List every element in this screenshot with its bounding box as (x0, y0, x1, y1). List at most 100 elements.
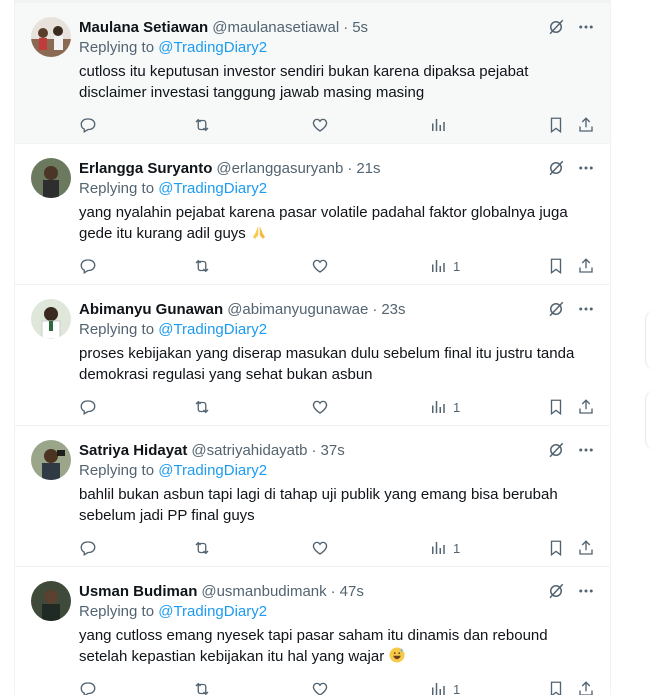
reply-tweet[interactable]: Usman Budiman @usmanbudimank · 47s Reply… (15, 567, 610, 695)
like-button[interactable] (311, 536, 329, 560)
timestamp[interactable]: 21s (356, 160, 380, 177)
views-button[interactable]: 1 (429, 254, 460, 278)
user-handle[interactable]: @erlanggasuryanb (216, 160, 343, 177)
views-icon (432, 542, 445, 554)
avatar[interactable] (31, 158, 71, 198)
bookmark-button[interactable] (547, 677, 565, 695)
avatar[interactable] (31, 581, 71, 621)
bookmark-button[interactable] (547, 113, 565, 137)
repost-button[interactable] (193, 677, 211, 695)
reply-button[interactable] (79, 395, 97, 419)
tweet-text-segment: setelah kepastian kebijakan itu hal yang… (79, 648, 385, 665)
timestamp[interactable]: 5s (352, 19, 368, 36)
grok-icon[interactable] (546, 440, 566, 460)
user-handle[interactable]: @abimanyugunawae (227, 301, 368, 318)
folded-hands-emoji (250, 223, 268, 247)
grok-icon[interactable] (546, 158, 566, 178)
display-name[interactable]: Usman Budiman (79, 583, 197, 600)
tweet-text-line: disclaimer investasi tanggung jawab masi… (79, 84, 425, 101)
reply-button[interactable] (79, 677, 97, 695)
tweet-text-line: yang cutloss emang nyesek tapi pasar sah… (79, 627, 548, 644)
share-button[interactable] (577, 113, 595, 137)
share-button[interactable] (577, 254, 595, 278)
tweet-text: proses kebijakan yang diserap masukan du… (79, 343, 589, 385)
mention-link[interactable]: @TradingDiary2 (158, 603, 267, 620)
more-icon[interactable] (576, 299, 596, 319)
more-icon[interactable] (576, 17, 596, 37)
display-name[interactable]: Erlangga Suryanto (79, 160, 212, 177)
repost-button[interactable] (193, 536, 211, 560)
share-button[interactable] (577, 395, 595, 419)
replying-label: Replying to (79, 180, 155, 197)
reply-tweet[interactable]: Maulana Setiawan @maulanasetiawal · 5s R… (15, 3, 610, 144)
views-icon (432, 401, 445, 413)
display-name[interactable]: Satriya Hidayat (79, 442, 187, 459)
timestamp[interactable]: 47s (340, 583, 364, 600)
views-button[interactable]: 1 (429, 536, 460, 560)
separator: · (372, 300, 378, 318)
like-button[interactable] (311, 677, 329, 695)
mention-link[interactable]: @TradingDiary2 (158, 180, 267, 197)
user-handle[interactable]: @satriyahidayatb (191, 442, 307, 459)
display-name[interactable]: Abimanyu Gunawan (79, 301, 223, 318)
grinning-sweat-emoji (388, 646, 406, 670)
share-icon (579, 681, 593, 695)
tweet-header: Satriya Hidayat @satriyahidayatb · 37s (79, 440, 345, 460)
user-handle[interactable]: @usmanbudimank (201, 583, 326, 600)
like-button[interactable] (311, 395, 329, 419)
bookmark-button[interactable] (547, 536, 565, 560)
bookmark-button[interactable] (547, 254, 565, 278)
timestamp[interactable]: 23s (381, 301, 405, 318)
grok-icon[interactable] (546, 299, 566, 319)
tweet-text: yang nyalahin pejabat karena pasar volat… (79, 202, 589, 247)
reply-icon (80, 682, 96, 695)
reply-button[interactable] (79, 536, 97, 560)
tweet-header: Erlangga Suryanto @erlanggasuryanb · 21s (79, 158, 381, 178)
replying-to: Replying to @TradingDiary2 (79, 39, 267, 56)
like-button[interactable] (311, 254, 329, 278)
tweet-text: yang cutloss emang nyesek tapi pasar sah… (79, 625, 589, 670)
reply-button[interactable] (79, 254, 97, 278)
more-icon[interactable] (576, 581, 596, 601)
grok-icon[interactable] (546, 17, 566, 37)
views-button[interactable] (429, 113, 453, 137)
views-icon (432, 119, 445, 131)
more-icon[interactable] (576, 158, 596, 178)
bookmark-icon (550, 117, 562, 134)
mention-link[interactable]: @TradingDiary2 (158, 462, 267, 479)
display-name[interactable]: Maulana Setiawan (79, 19, 208, 36)
tweet-text-segment: gede itu kurang adil guys (79, 225, 246, 242)
avatar[interactable] (31, 17, 71, 57)
views-button[interactable]: 1 (429, 395, 460, 419)
reply-icon (80, 118, 96, 133)
views-button[interactable]: 1 (429, 677, 460, 695)
more-icon[interactable] (576, 440, 596, 460)
reply-tweet[interactable]: Satriya Hidayat @satriyahidayatb · 37s R… (15, 426, 610, 567)
tweet-header: Abimanyu Gunawan @abimanyugunawae · 23s (79, 299, 406, 319)
timestamp[interactable]: 37s (321, 442, 345, 459)
tweet-text-line: setelah kepastian kebijakan itu hal yang… (79, 646, 589, 670)
repost-button[interactable] (193, 254, 211, 278)
reply-button[interactable] (79, 113, 97, 137)
grok-icon[interactable] (546, 581, 566, 601)
repost-button[interactable] (193, 113, 211, 137)
mention-link[interactable]: @TradingDiary2 (158, 321, 267, 338)
reply-tweet[interactable]: Erlangga Suryanto @erlanggasuryanb · 21s… (15, 144, 610, 285)
mention-link[interactable]: @TradingDiary2 (158, 39, 267, 56)
like-button[interactable] (311, 113, 329, 137)
user-handle[interactable]: @maulanasetiawal (212, 19, 339, 36)
action-bar (79, 113, 599, 137)
heart-icon (312, 400, 328, 414)
replying-to: Replying to @TradingDiary2 (79, 321, 267, 338)
repost-button[interactable] (193, 395, 211, 419)
tweet-text-line: proses kebijakan yang diserap masukan du… (79, 345, 575, 362)
tweet-text-line: sebelum jadi PP final guys (79, 507, 255, 524)
repost-icon (195, 118, 209, 132)
avatar[interactable] (31, 440, 71, 480)
avatar[interactable] (31, 299, 71, 339)
bookmark-button[interactable] (547, 395, 565, 419)
share-button[interactable] (577, 536, 595, 560)
reply-tweet[interactable]: Abimanyu Gunawan @abimanyugunawae · 23s … (15, 285, 610, 426)
share-button[interactable] (577, 677, 595, 695)
tweet-text-line: yang nyalahin pejabat karena pasar volat… (79, 204, 568, 221)
